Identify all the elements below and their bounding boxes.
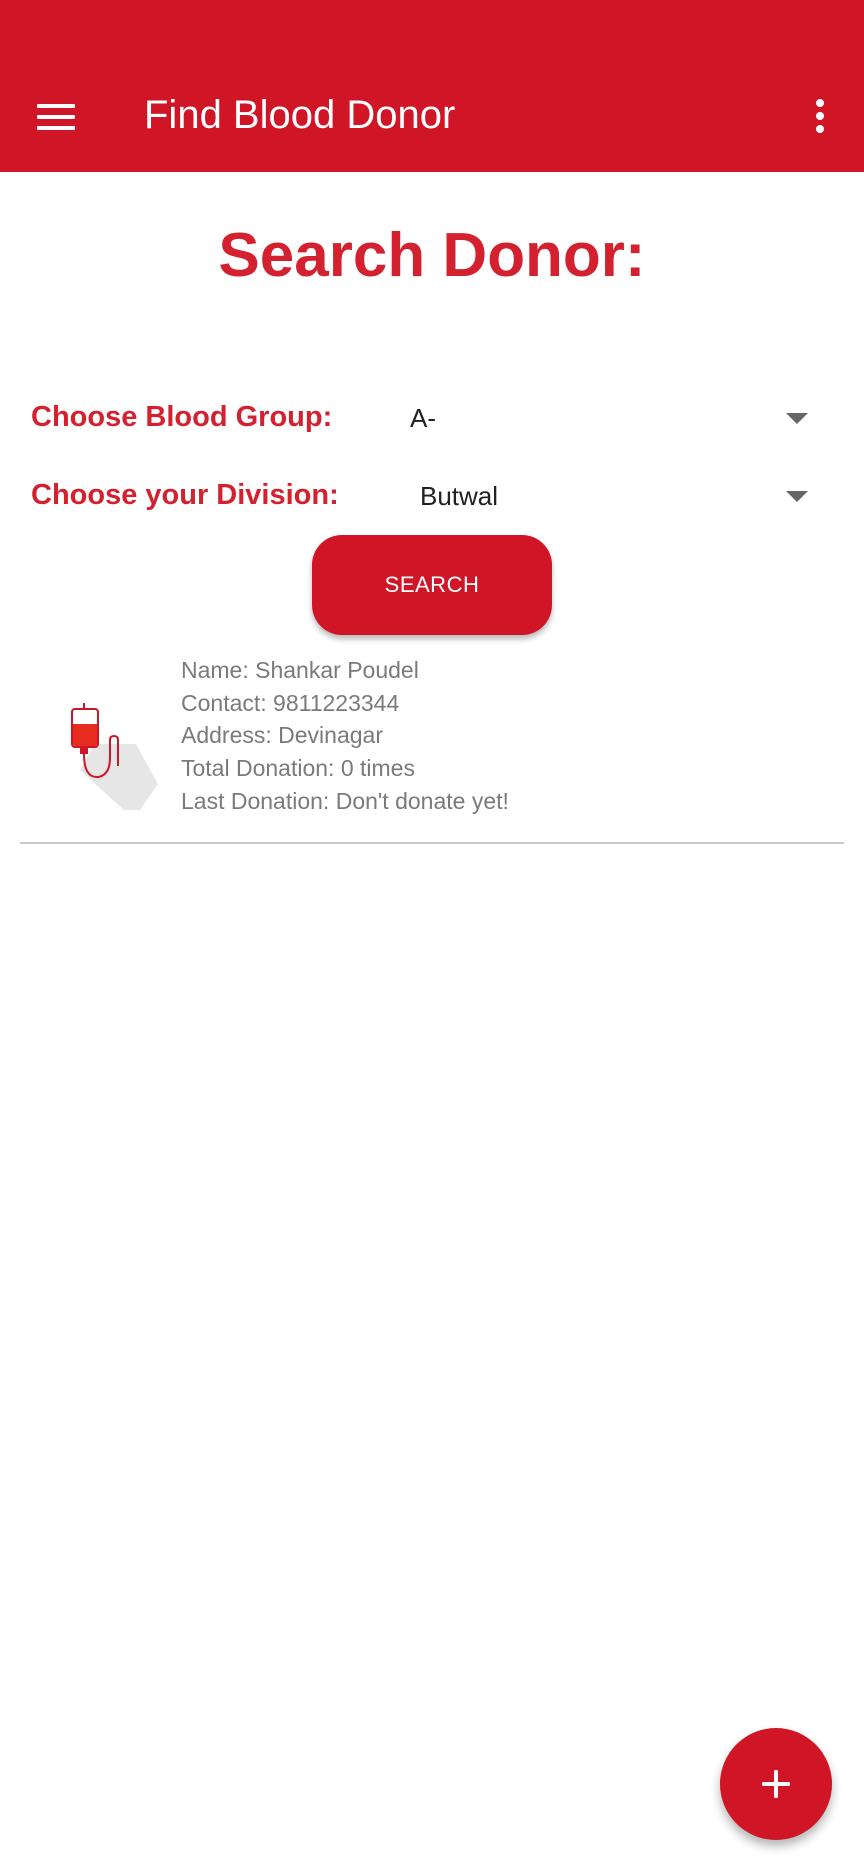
list-divider: [20, 842, 844, 844]
division-dropdown[interactable]: Butwal: [392, 466, 832, 526]
app-title: Find Blood Donor: [144, 93, 456, 137]
dropdown-arrow-icon: [786, 491, 808, 502]
search-button[interactable]: SEARCH: [312, 535, 552, 635]
page-heading: Search Donor:: [218, 221, 646, 290]
add-donor-fab[interactable]: [720, 1728, 832, 1840]
blood-group-dropdown[interactable]: A-: [392, 388, 832, 448]
donor-last-donation: Last Donation: Don't donate yet!: [181, 787, 509, 814]
dropdown-arrow-icon: [786, 413, 808, 424]
donor-list-item[interactable]: Name: Shankar Poudel Contact: 9811223344…: [20, 650, 844, 844]
plus-icon: [762, 1770, 790, 1798]
division-label: Choose your Division:: [31, 479, 339, 511]
donor-contact: Contact: 9811223344: [181, 689, 400, 716]
donor-address: Address: Devinagar: [181, 722, 383, 749]
blood-group-selected-value: A-: [410, 403, 436, 433]
donor-name: Name: Shankar Poudel: [181, 657, 419, 683]
app-bar: Find Blood Donor: [0, 0, 864, 172]
more-vertical-icon[interactable]: [792, 88, 848, 144]
division-selected-value: Butwal: [420, 481, 499, 511]
donor-details: Name: Shankar Poudel Contact: 9811223344…: [181, 654, 509, 818]
find-blood-donor-screen: Find Blood Donor Search Donor: Choose Bl…: [0, 0, 864, 1872]
donor-total-donation: Total Donation: 0 times: [181, 755, 415, 782]
blood-bag-icon: [71, 703, 158, 810]
hamburger-menu-icon[interactable]: [24, 85, 88, 149]
blood-group-label: Choose Blood Group:: [31, 401, 333, 433]
